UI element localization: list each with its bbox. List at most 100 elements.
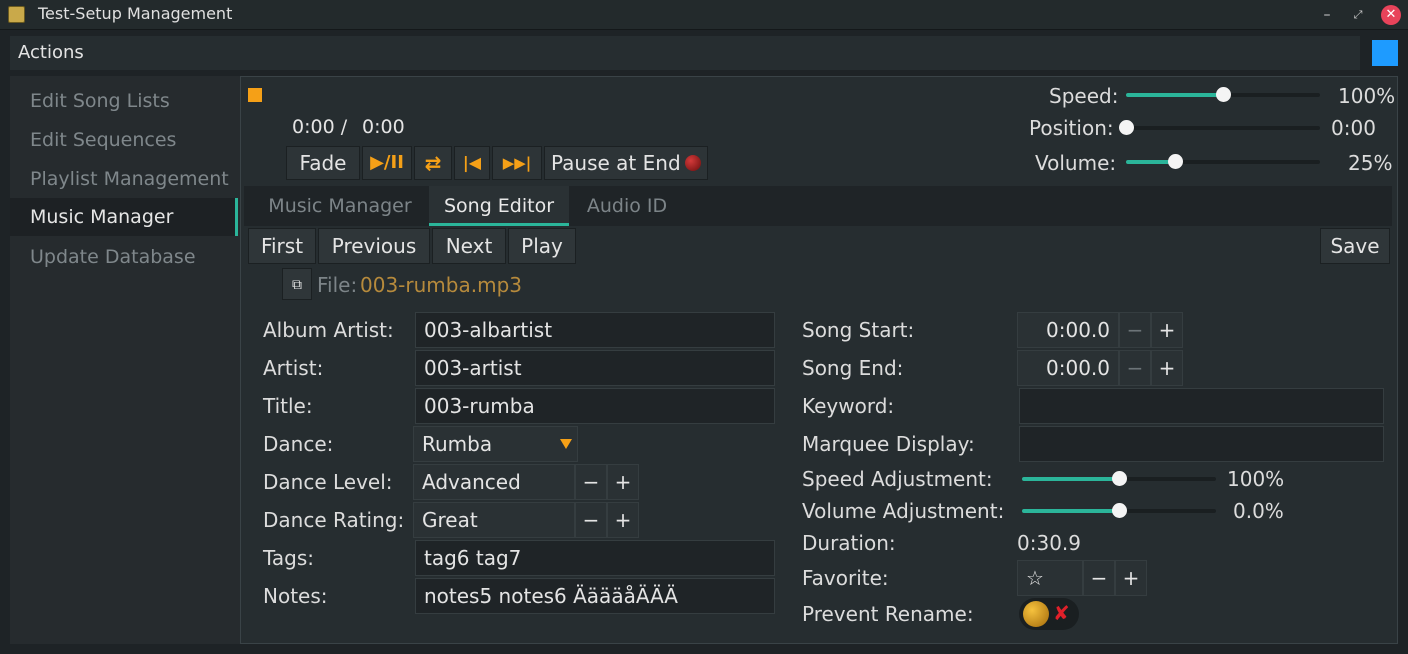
tags-label: Tags: [263,546,315,570]
speed-slider-knob[interactable] [1216,87,1231,102]
speed-adjustment-fill [1022,477,1119,481]
song-start-minus-button[interactable]: − [1119,312,1151,348]
dance-level-plus-button[interactable]: + [607,464,639,500]
tab-song-editor[interactable]: Song Editor [429,186,569,226]
tags-field[interactable]: tag6 tag7 [415,540,775,576]
volume-adjustment-slider[interactable] [1022,503,1216,518]
song-end-plus-button[interactable]: + [1151,350,1183,386]
notes-label: Notes: [263,584,328,608]
song-end-field[interactable]: 0:00.0 [1017,350,1119,386]
first-button[interactable]: First [248,228,316,264]
toggle-knob-icon [1023,601,1049,627]
speed-slider[interactable] [1126,87,1320,102]
dance-rating-field[interactable]: Great [413,502,575,538]
dance-rating-label: Dance Rating: [263,508,405,532]
playback-indicator [248,88,262,102]
favorite-label: Favorite: [802,566,889,590]
time-current: 0:00 / [292,116,348,138]
fade-button[interactable]: Fade [286,146,360,180]
file-name: 003-rumba.mp3 [360,273,522,297]
duration-value: 0:30.9 [1017,531,1081,555]
minimize-icon[interactable]: – [1316,4,1338,26]
favorite-plus-button[interactable]: + [1115,560,1147,596]
speed-adjustment-label: Speed Adjustment: [802,467,993,491]
favorite-star-icon[interactable]: ☆ [1017,560,1083,596]
speed-adjustment-knob[interactable] [1112,471,1127,486]
volume-adjustment-value: 0.0% [1233,499,1284,523]
prevent-rename-toggle[interactable]: ✘ [1019,598,1079,630]
dance-label: Dance: [263,432,334,456]
tab-audio-id[interactable]: Audio ID [574,186,680,226]
dance-level-field[interactable]: Advanced [413,464,575,500]
position-label: Position: [1029,116,1114,140]
maximize-icon[interactable]: ⤢ [1347,4,1369,26]
menu-bar [10,36,1360,70]
dance-select-value: Rumba [422,432,493,456]
position-slider[interactable] [1119,120,1320,135]
play-button[interactable]: Play [508,228,576,264]
marquee-label: Marquee Display: [802,432,975,456]
favorite-minus-button[interactable]: − [1083,560,1115,596]
dance-rating-plus-button[interactable]: + [607,502,639,538]
prevent-rename-label: Prevent Rename: [802,602,974,626]
position-slider-knob[interactable] [1119,120,1134,135]
speed-adjustment-slider[interactable] [1022,471,1216,486]
dance-rating-minus-button[interactable]: − [575,502,607,538]
sidebar-item-update-database[interactable]: Update Database [10,238,238,276]
keyword-field[interactable] [1019,388,1384,424]
pause-at-end-label: Pause at End [551,151,681,175]
marquee-field[interactable] [1019,426,1384,462]
album-artist-field[interactable]: 003-albartist [415,312,775,348]
speed-value: 100% [1338,84,1396,108]
volume-label: Volume: [1035,151,1117,175]
song-end-minus-button[interactable]: − [1119,350,1151,386]
dance-level-label: Dance Level: [263,470,393,494]
volume-slider[interactable] [1126,154,1320,169]
sidebar-item-music-manager[interactable]: Music Manager [10,198,238,236]
time-total: 0:00 [362,116,405,138]
song-end-label: Song End: [802,356,904,380]
song-start-plus-button[interactable]: + [1151,312,1183,348]
dance-level-minus-button[interactable]: − [575,464,607,500]
actions-menu[interactable]: Actions [18,42,84,63]
speed-slider-fill [1126,93,1223,97]
copy-icon[interactable]: ⧉ [282,268,312,300]
volume-adjustment-fill [1022,509,1119,513]
status-indicator[interactable] [1372,40,1398,66]
previous-track-button[interactable]: |◀ [454,146,490,180]
app-icon [8,6,25,23]
position-value: 0:00 [1331,116,1376,140]
title-label: Title: [263,394,313,418]
song-start-field[interactable]: 0:00.0 [1017,312,1119,348]
previous-button[interactable]: Previous [318,228,430,264]
next-track-button[interactable]: ▶▶| [492,146,542,180]
record-indicator-icon [685,155,701,171]
speed-label: Speed: [1049,84,1119,108]
volume-adjustment-knob[interactable] [1112,503,1127,518]
artist-field[interactable]: 003-artist [415,350,775,386]
sidebar-item-edit-song-lists[interactable]: Edit Song Lists [10,82,238,120]
album-artist-label: Album Artist: [263,318,394,342]
speed-adjustment-value: 100% [1227,467,1285,491]
loop-button[interactable]: ⇄ [414,146,452,180]
chevron-down-icon [560,439,572,449]
artist-label: Artist: [263,356,324,380]
duration-label: Duration: [802,531,896,555]
sidebar-item-edit-sequences[interactable]: Edit Sequences [10,121,238,159]
save-button[interactable]: Save [1320,228,1390,264]
keyword-label: Keyword: [802,394,895,418]
file-label: File: [317,273,358,297]
song-start-label: Song Start: [802,318,915,342]
volume-adjustment-label: Volume Adjustment: [802,499,1005,523]
dance-select[interactable]: Rumba [413,426,578,462]
volume-slider-knob[interactable] [1168,154,1183,169]
notes-field[interactable]: notes5 notes6 ÄäääåÄÄÄ [415,578,775,614]
close-icon[interactable]: ✕ [1381,5,1401,25]
title-field[interactable]: 003-rumba [415,388,775,424]
sidebar-item-playlist-management[interactable]: Playlist Management [10,160,238,198]
next-button[interactable]: Next [432,228,506,264]
tab-music-manager[interactable]: Music Manager [256,186,424,226]
cross-icon: ✘ [1053,601,1070,625]
pause-at-end-button[interactable]: Pause at End [544,146,708,180]
play-pause-button[interactable]: ▶/II [362,146,412,180]
